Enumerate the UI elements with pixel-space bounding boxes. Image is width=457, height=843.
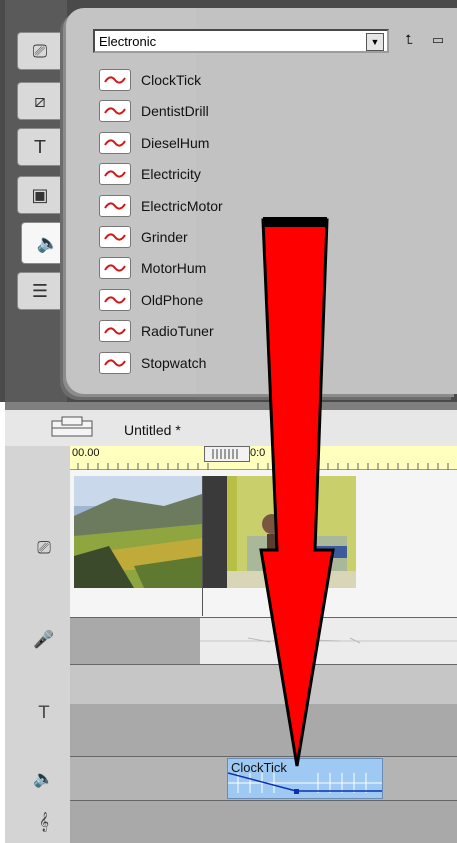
sound-label: DieselHum <box>141 134 210 151</box>
sound-list-item[interactable]: ClockTick <box>99 69 201 91</box>
sound-label: Stopwatch <box>141 354 207 371</box>
sine-wave-icon <box>99 194 131 217</box>
category-dropdown[interactable]: Electronic ▼ <box>93 29 389 53</box>
music-note-icon[interactable]: 𝄞 <box>27 808 61 836</box>
sound-list-item[interactable]: Electricity <box>99 163 201 186</box>
category-value: Electronic <box>99 33 157 49</box>
speaker-icon[interactable]: 🔈 <box>27 765 61 793</box>
chevron-down-icon[interactable]: ▼ <box>366 33 384 51</box>
sound-label: Electricity <box>141 166 201 183</box>
tab-titles[interactable]: T <box>17 128 63 166</box>
sine-wave-icon <box>99 351 131 374</box>
sound-list-item[interactable]: OldPhone <box>99 288 204 311</box>
sound-list-item[interactable]: Grinder <box>99 226 188 248</box>
sound-label: ClockTick <box>141 72 202 88</box>
storyboard-toggle-icon[interactable] <box>50 416 94 438</box>
sine-wave-icon <box>99 320 131 343</box>
up-folder-button[interactable]: ⮤ <box>399 31 419 49</box>
sound-list-item[interactable]: MotorHum <box>99 257 207 280</box>
sound-list-item[interactable]: DentistDrill <box>99 100 209 123</box>
sine-wave-icon <box>99 163 131 186</box>
browse-folder-button[interactable]: ▭ <box>428 31 448 49</box>
sound-list-item[interactable]: ElectricMotor <box>99 194 223 217</box>
sine-wave-icon <box>99 257 131 280</box>
folder-up-icon: ⮤ <box>405 32 413 47</box>
sound-label: OldPhone <box>141 291 204 308</box>
disc-menus-icon: ☰ <box>31 280 49 302</box>
transitions-icon: ⧄ <box>34 90 46 112</box>
sound-label: DentistDrill <box>141 103 209 120</box>
sine-wave-icon <box>99 131 131 154</box>
tab-video[interactable]: ⎚ <box>17 32 63 70</box>
track-header-column: ⎚ 🎤 T 🔈 𝄞 <box>5 446 70 843</box>
video-camera-icon[interactable]: ⎚ <box>27 534 61 562</box>
sound-list-item[interactable]: DieselHum <box>99 131 210 154</box>
sine-wave-icon <box>99 288 131 311</box>
title-track-icon[interactable]: T <box>27 699 61 727</box>
video-camera-icon: ⎚ <box>32 40 48 62</box>
photos-icon: ▣ <box>31 184 49 206</box>
timeline-scrubber[interactable] <box>204 446 250 462</box>
red-arrow-annotation <box>259 217 335 767</box>
project-title: Untitled * <box>124 422 181 438</box>
tab-transitions[interactable]: ⧄ <box>17 82 63 120</box>
video-clip-dark[interactable] <box>203 476 227 588</box>
sine-wave-icon <box>99 69 131 91</box>
video-clip-landscape[interactable] <box>74 476 202 588</box>
sound-label: Grinder <box>141 229 188 245</box>
sound-effects-icon: 🔈 <box>36 232 60 254</box>
sound-list-item[interactable]: Stopwatch <box>99 351 207 374</box>
microphone-icon[interactable]: 🎤 <box>27 626 61 654</box>
sound-label: MotorHum <box>141 260 207 277</box>
scrubber-grip-icon <box>212 449 238 459</box>
tab-disc-menus[interactable]: ☰ <box>17 272 63 310</box>
tab-photos[interactable]: ▣ <box>17 176 63 214</box>
titles-icon: T <box>34 136 46 158</box>
sine-wave-icon <box>99 226 131 248</box>
sound-label: RadioTuner <box>141 323 214 340</box>
clip-divider <box>202 476 203 616</box>
track-divider <box>70 800 457 801</box>
sound-list-item[interactable]: RadioTuner <box>99 320 214 343</box>
album-tab-strip: ⎚ ⧄ T ▣ 🔈 ☰ <box>5 0 74 402</box>
sound-label: ElectricMotor <box>141 197 223 214</box>
folder-icon: ▭ <box>431 32 445 47</box>
sine-wave-icon <box>99 100 131 123</box>
music-track[interactable] <box>70 800 457 843</box>
